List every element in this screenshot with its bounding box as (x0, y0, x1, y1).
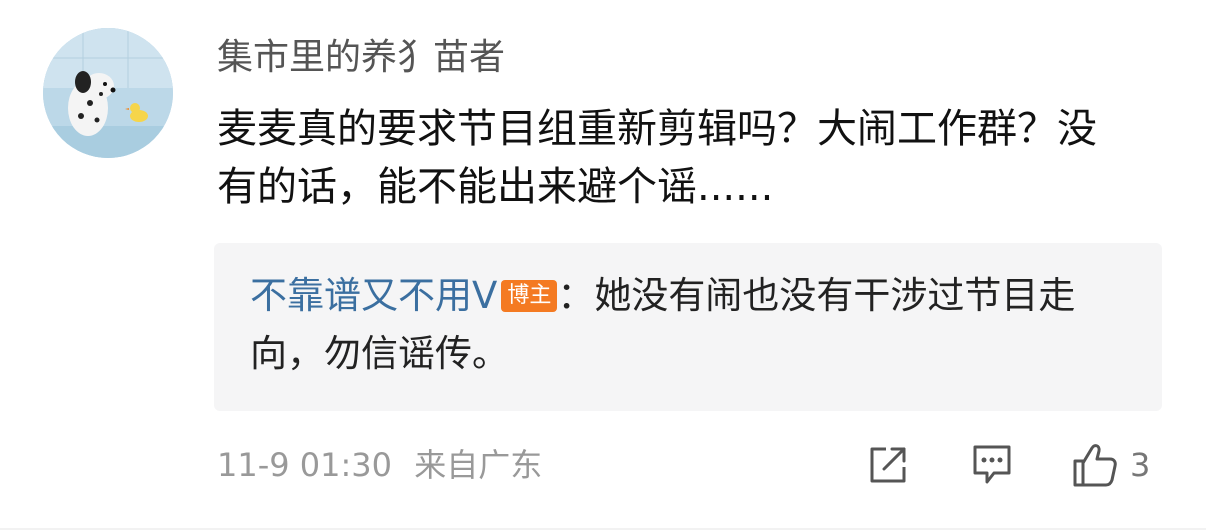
comment-card: 集市里的养犭苗者 麦麦真的要求节目组重新剪辑吗？大闹工作群？没有的话，能不能出来… (0, 0, 1206, 530)
avatar[interactable] (43, 28, 173, 158)
comment-time: 11-9 01:30 (217, 446, 393, 484)
thumbs-up-icon (1073, 444, 1117, 487)
like-count: 3 (1130, 446, 1151, 484)
comment-icon (973, 445, 1011, 484)
reply-content: 不靠谱又不用V 博主 ：她没有闹也没有干涉过节目走向，勿信谣传。 (250, 267, 1130, 383)
reply-author[interactable]: 不靠谱又不用V (250, 274, 497, 317)
reply-button[interactable] (970, 440, 1020, 490)
username[interactable]: 集市里的养犭苗者 (217, 34, 505, 82)
share-icon (870, 447, 906, 483)
avatar-image (43, 28, 173, 158)
blogger-badge: 博主 (501, 280, 558, 312)
comment-text: 麦麦真的要求节目组重新剪辑吗？大闹工作群？没有的话，能不能出来避个谣...... (217, 106, 1097, 210)
reply-box[interactable]: 不靠谱又不用V 博主 ：她没有闹也没有干涉过节目走向，勿信谣传。 (214, 243, 1162, 411)
comment-location: 来自广东 (414, 446, 543, 484)
comment-meta: 11-9 01:30 来自广东 (217, 441, 542, 489)
like-button[interactable]: 3 (1070, 440, 1170, 490)
share-button[interactable] (866, 440, 916, 490)
